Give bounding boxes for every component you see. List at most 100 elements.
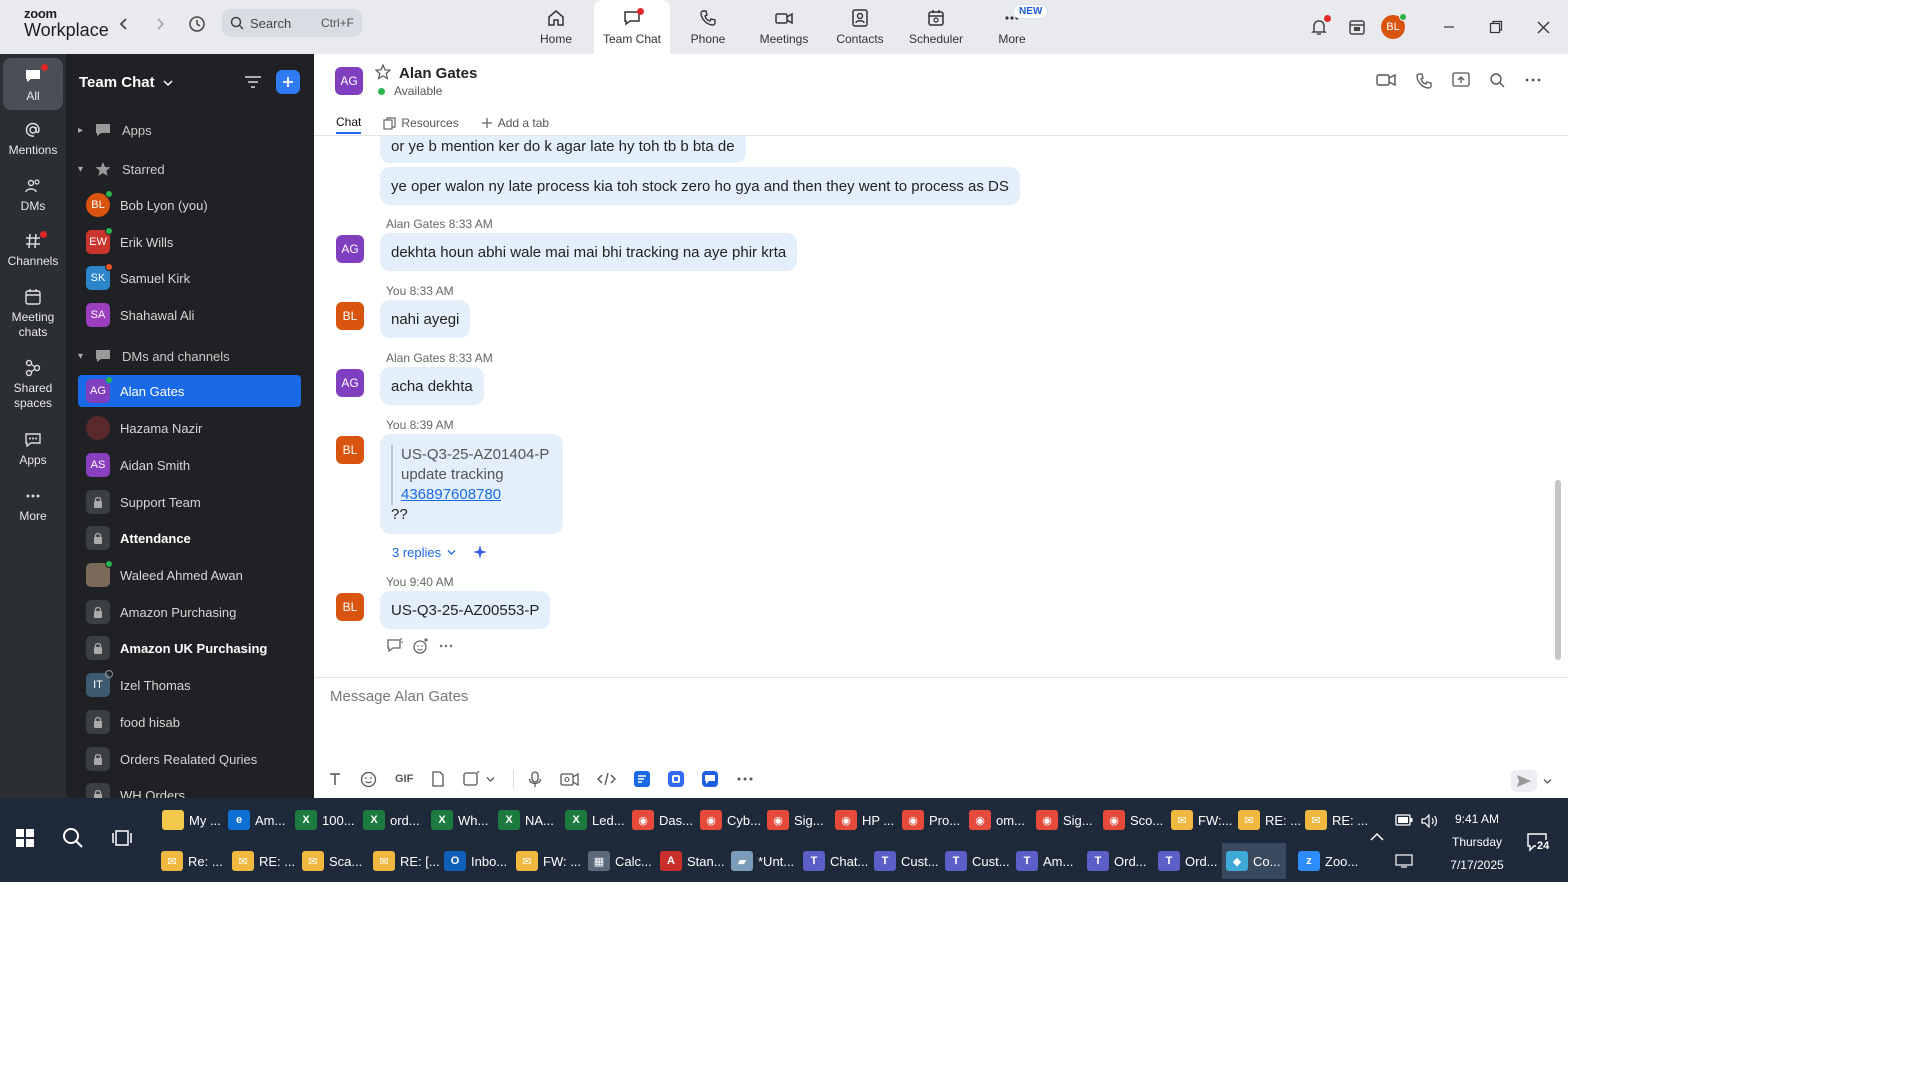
bell-icon[interactable] — [1309, 15, 1331, 37]
row1-app-0[interactable]: My ... — [158, 802, 227, 838]
minimize-icon[interactable] — [1443, 21, 1455, 33]
search-icon[interactable] — [1489, 72, 1505, 90]
row2-app-7[interactable]: A Stan... — [656, 843, 731, 879]
rail-item-mentions[interactable]: Mentions — [3, 120, 63, 158]
search-input[interactable]: Search Ctrl+F — [222, 9, 362, 37]
notification-center-icon[interactable]: 24 — [1526, 832, 1551, 855]
more-dots-icon[interactable] — [736, 771, 754, 787]
sidebar-item-amazon-purchasing[interactable]: Amazon Purchasing — [78, 596, 301, 628]
task-view-icon[interactable] — [107, 808, 137, 868]
row1-app-10[interactable]: ◉ HP ... — [831, 802, 900, 838]
system-clock[interactable]: 9:41 AM Thursday 7/17/2025 — [1444, 808, 1510, 877]
row2-app-16[interactable]: z Zoo... — [1294, 843, 1364, 879]
more-dots-icon[interactable] — [438, 638, 454, 654]
row2-app-3[interactable]: ✉ RE: [... — [369, 843, 446, 879]
code-snippet-icon[interactable] — [597, 772, 617, 786]
sidebar-item-samuel-kirk[interactable]: SK Samuel Kirk — [78, 262, 301, 294]
section-apps[interactable]: ▸ Apps — [78, 122, 152, 138]
filter-icon[interactable] — [244, 75, 262, 89]
send-button[interactable] — [1511, 770, 1537, 792]
back-arrow-icon[interactable] — [110, 12, 138, 36]
tracking-link[interactable]: 436897608780 — [401, 486, 501, 503]
app-integration-icon-1[interactable] — [634, 771, 651, 787]
sidebar-title[interactable]: Team Chat — [79, 74, 173, 91]
rail-item-meeting-chats[interactable]: Meeting chats — [3, 287, 63, 340]
row2-app-11[interactable]: T Cust... — [941, 843, 1016, 879]
tab-meetings[interactable]: Meetings — [746, 0, 822, 54]
row2-app-14[interactable]: T Ord... — [1154, 843, 1224, 879]
row2-app-13[interactable]: T Ord... — [1083, 843, 1153, 879]
row1-app-12[interactable]: ◉ om... — [965, 802, 1031, 838]
quoted-message[interactable]: US-Q3-25-AZ01404-P update tracking 43689… — [391, 445, 549, 505]
sidebar-item-orders-related-queries[interactable]: Orders Realated Quries — [78, 743, 301, 775]
thread-replies-button[interactable]: 3 replies — [392, 544, 488, 560]
message-bubble[interactable]: US-Q3-25-AZ00553-P — [380, 591, 551, 629]
row1-app-7[interactable]: ◉ Das... — [628, 802, 699, 838]
row2-app-2[interactable]: ✉ Sca... — [298, 843, 368, 879]
row2-app-10[interactable]: T Cust... — [870, 843, 945, 879]
tab-add[interactable]: Add a tab — [481, 112, 549, 134]
sender-avatar[interactable]: BL — [336, 436, 364, 464]
row1-app-1[interactable]: e Am... — [224, 802, 291, 838]
rail-item-dms[interactable]: DMs — [3, 176, 63, 214]
sidebar-item-wh-orders[interactable]: WH Orders — [78, 779, 301, 798]
forward-arrow-icon[interactable] — [146, 12, 174, 36]
contact-name[interactable]: Alan Gates — [399, 65, 477, 82]
message-bubble[interactable]: dekhta houn abhi wale mai mai bhi tracki… — [380, 233, 798, 271]
history-icon[interactable] — [183, 12, 211, 36]
message-composer[interactable]: Message Alan Gates GIF — [314, 677, 1568, 798]
rail-item-channels[interactable]: Channels — [3, 231, 63, 269]
rail-item-more[interactable]: More — [3, 486, 63, 524]
sender-avatar[interactable]: AG — [336, 369, 364, 397]
section-starred[interactable]: ▾ Starred — [78, 161, 165, 177]
screenshot-icon[interactable] — [463, 771, 480, 787]
message-bubble[interactable]: ye oper walon ny late process kia toh st… — [380, 167, 1020, 205]
sidebar-item-amazon-uk-purchasing[interactable]: Amazon UK Purchasing — [78, 632, 301, 664]
sidebar-item-izel-thomas[interactable]: IT Izel Thomas — [78, 669, 301, 701]
sender-avatar[interactable]: AG — [336, 235, 364, 263]
tab-scheduler[interactable]: Scheduler — [898, 0, 974, 54]
show-hidden-icons[interactable] — [1370, 830, 1384, 845]
sidebar-item-alan-gates[interactable]: AG Alan Gates — [78, 375, 301, 407]
row2-app-0[interactable]: ✉ Re: ... — [157, 843, 229, 879]
file-icon[interactable] — [431, 771, 445, 787]
message-bubble[interactable]: acha dekhta — [380, 367, 484, 405]
calendar-status-icon[interactable] — [1347, 17, 1367, 37]
row1-app-8[interactable]: ◉ Cyb... — [696, 802, 767, 838]
app-integration-icon-2[interactable] — [668, 771, 685, 787]
share-screen-icon[interactable] — [1452, 72, 1470, 90]
row1-app-5[interactable]: X NA... — [494, 802, 560, 838]
reply-thread-icon[interactable] — [386, 638, 404, 654]
row1-app-3[interactable]: Xord... — [359, 802, 426, 838]
row2-app-6[interactable]: ▦ Calc... — [584, 843, 658, 879]
rail-item-all[interactable]: All — [3, 58, 63, 110]
microphone-icon[interactable] — [528, 770, 542, 788]
row1-app-14[interactable]: ◉ Sco... — [1099, 802, 1169, 838]
row2-app-15[interactable]: ◆ Co... — [1222, 843, 1287, 879]
sender-avatar[interactable]: BL — [336, 593, 364, 621]
row1-app-9[interactable]: ◉ Sig... — [763, 802, 830, 838]
battery-icon[interactable] — [1395, 814, 1413, 826]
message-bubble[interactable]: nahi ayegi — [380, 300, 471, 338]
row1-app-11[interactable]: ◉ Pro... — [898, 802, 966, 838]
sidebar-item-hazama-nazir[interactable]: Hazama Nazir — [78, 412, 301, 444]
row1-app-15[interactable]: ✉ FW:... — [1167, 802, 1238, 838]
close-icon[interactable] — [1537, 21, 1550, 34]
row1-app-16[interactable]: ✉ RE: ... — [1234, 802, 1307, 838]
gif-icon[interactable]: GIF — [395, 773, 413, 785]
row1-app-13[interactable]: ◉ Sig... — [1032, 802, 1099, 838]
new-chat-button[interactable] — [276, 70, 300, 94]
tab-team-chat[interactable]: Team Chat — [594, 0, 670, 54]
row2-app-4[interactable]: O Inbo... — [440, 843, 513, 879]
sidebar-item-shahawal-ali[interactable]: SA Shahawal Ali — [78, 299, 301, 331]
chevron-down-icon[interactable] — [1543, 778, 1552, 785]
more-options-icon[interactable] — [1524, 72, 1542, 90]
row2-app-8[interactable]: ▰ *Unt... — [727, 843, 800, 879]
tab-chat[interactable]: Chat — [336, 112, 362, 134]
video-call-icon[interactable] — [1376, 72, 1396, 90]
tab-phone[interactable]: Phone — [670, 0, 746, 54]
message-input[interactable]: Message Alan Gates — [330, 688, 468, 705]
taskbar-search-icon[interactable] — [58, 808, 88, 868]
emoji-reaction-icon[interactable] — [412, 637, 430, 655]
contact-avatar[interactable]: AG — [335, 67, 363, 95]
